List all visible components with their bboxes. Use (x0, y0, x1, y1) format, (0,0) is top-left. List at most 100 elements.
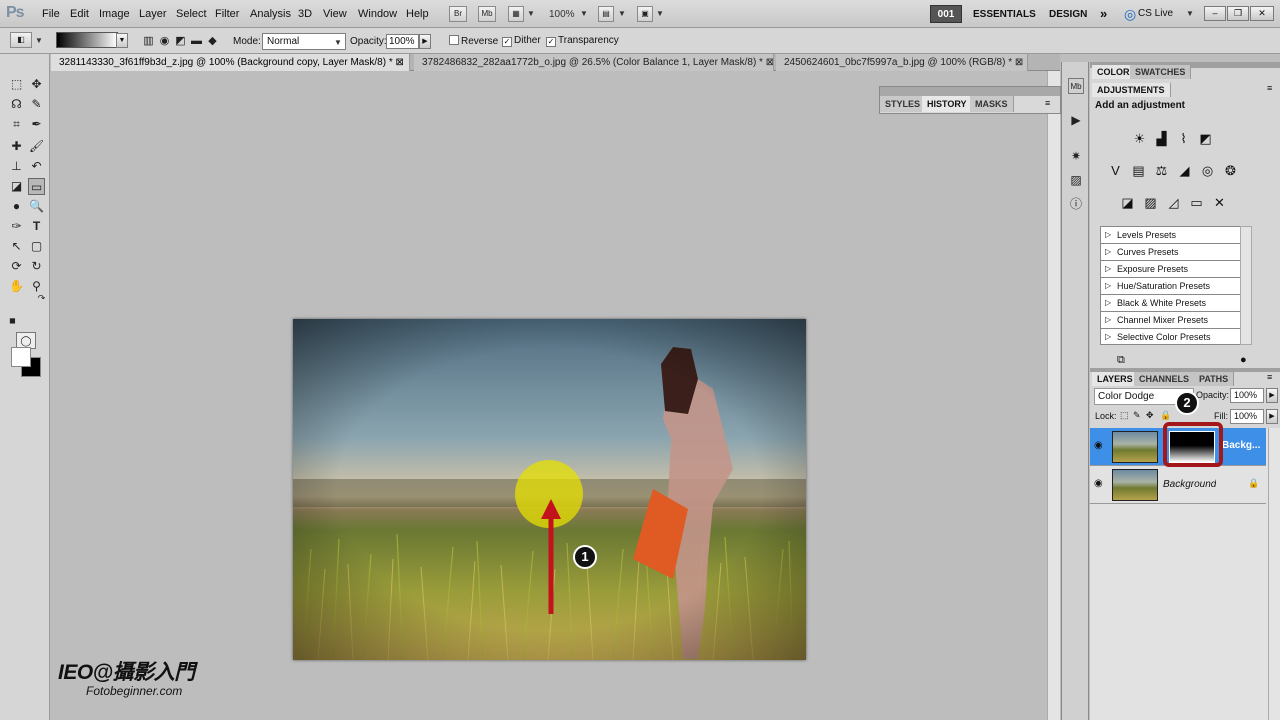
workspace-design[interactable]: DESIGN (1049, 9, 1087, 20)
workspace-essentials[interactable]: ESSENTIALS (973, 9, 1036, 20)
lock-transparent-icon[interactable]: ⬚ (1120, 410, 1129, 421)
presets-scrollbar[interactable] (1240, 226, 1252, 345)
close-icon[interactable]: ⊠ (1015, 57, 1023, 68)
layer-row-background[interactable]: ◉ Background 🔒 (1090, 466, 1266, 504)
clip-to-layer-icon[interactable]: ⧉ (1117, 354, 1125, 367)
curves-icon[interactable]: ⌇ (1175, 130, 1192, 147)
menu-layer[interactable]: Layer (139, 8, 167, 20)
zoom-level[interactable]: 100% (549, 9, 575, 20)
tab-masks[interactable]: MASKS (970, 96, 1014, 112)
eraser-tool-icon[interactable]: ◪ (8, 178, 25, 195)
chevron-down-icon[interactable]: ▼ (618, 9, 626, 18)
lasso-tool-icon[interactable]: ☊ (8, 96, 25, 113)
hue-saturation-icon[interactable]: ▤ (1130, 162, 1147, 179)
screen-mode-button[interactable]: ▣ (637, 6, 653, 22)
photo-filter-icon[interactable]: ◎ (1199, 162, 1216, 179)
foreground-color-swatch[interactable] (11, 347, 31, 367)
dither-checkbox[interactable]: ✓ (502, 37, 512, 47)
layer-name[interactable]: Backg... (1222, 440, 1268, 451)
chevron-down-icon[interactable]: ▼ (527, 9, 535, 18)
reverse-option[interactable]: Reverse (449, 35, 498, 47)
menu-3d[interactable]: 3D (298, 8, 312, 20)
chevron-down-icon[interactable]: ▼ (580, 9, 588, 18)
healing-brush-icon[interactable]: ✚ (8, 138, 25, 155)
reverse-checkbox[interactable] (449, 35, 459, 45)
navigator-icon[interactable]: ▨ (1068, 172, 1084, 188)
list-item[interactable]: ▷ Hue/Saturation Presets (1101, 278, 1249, 295)
list-item[interactable]: ▷ Levels Presets (1101, 227, 1249, 244)
info-icon[interactable]: ⓘ (1068, 196, 1084, 212)
menu-view[interactable]: View (323, 8, 347, 20)
marquee-tool-icon[interactable]: ⬚ (8, 76, 25, 93)
history-brush-icon[interactable]: ↶ (28, 158, 45, 175)
list-item[interactable]: ▷ Exposure Presets (1101, 261, 1249, 278)
angle-gradient-icon[interactable]: ◩ (172, 33, 189, 50)
close-icon[interactable]: ⊠ (766, 57, 773, 68)
brightness-contrast-icon[interactable]: ☀ (1131, 130, 1148, 147)
tab-adjustments[interactable]: ADJUSTMENTS (1092, 83, 1171, 97)
chevron-down-icon[interactable]: ▼ (1186, 9, 1194, 18)
lock-all-icon[interactable]: 🔒 (1160, 410, 1171, 421)
channel-mixer-icon[interactable]: ❂ (1222, 162, 1239, 179)
linear-gradient-icon[interactable]: ▥ (140, 33, 157, 50)
chevron-down-icon[interactable]: ▼ (656, 9, 664, 18)
gradient-picker[interactable] (56, 32, 118, 48)
visibility-icon[interactable]: ● (1240, 354, 1247, 366)
fill-stepper[interactable]: ▶ (1266, 409, 1278, 424)
tab-channels[interactable]: CHANNELS (1134, 372, 1196, 386)
lock-position-icon[interactable]: ✥ (1146, 410, 1154, 421)
fill-input[interactable]: 100% (1230, 409, 1264, 424)
path-selection-icon[interactable]: ↖ (8, 238, 25, 255)
cs-live-button[interactable]: CS Live (1138, 8, 1173, 19)
brush-presets-icon[interactable]: ✷ (1068, 148, 1084, 164)
reflected-gradient-icon[interactable]: ▬ (188, 33, 205, 50)
selective-color-icon[interactable]: ✕ (1211, 194, 1228, 211)
pen-tool-icon[interactable]: ✑ (8, 218, 25, 235)
layer-name[interactable]: Background (1163, 479, 1216, 490)
maximize-button[interactable]: ❐ (1227, 6, 1249, 21)
menu-select[interactable]: Select (176, 8, 207, 20)
eyedropper-tool-icon[interactable]: ✒ (28, 116, 45, 133)
invert-icon[interactable]: ◪ (1119, 194, 1136, 211)
3d-orbit-icon[interactable]: ↻ (28, 258, 45, 275)
posterize-icon[interactable]: ▨ (1142, 194, 1159, 211)
tab-color[interactable]: COLOR (1092, 65, 1136, 79)
exposure-icon[interactable]: ◩ (1197, 130, 1214, 147)
opacity-stepper[interactable]: ▶ (419, 34, 431, 49)
lock-pixels-icon[interactable]: ✎ (1133, 410, 1141, 421)
workspace-number-button[interactable]: 001 (930, 5, 962, 23)
gradient-dropdown-button[interactable]: ▼ (116, 33, 128, 48)
close-button[interactable]: ✕ (1250, 6, 1274, 21)
threshold-icon[interactable]: ◿ (1165, 194, 1182, 211)
clone-stamp-icon[interactable]: ⊥ (8, 158, 25, 175)
list-item[interactable]: ▷ Channel Mixer Presets (1101, 312, 1249, 329)
bridge-button[interactable]: Br (449, 6, 467, 22)
crop-tool-icon[interactable]: ⌗ (8, 116, 25, 133)
menu-window[interactable]: Window (358, 8, 397, 20)
document-tab-3[interactable]: 2450624601_0bc7f5997a_b.jpg @ 100% (RGB/… (776, 54, 1028, 71)
menu-filter[interactable]: Filter (215, 8, 239, 20)
color-balance-icon[interactable]: ⚖ (1153, 162, 1170, 179)
panel-drag-bar[interactable] (880, 87, 1060, 96)
menu-analysis[interactable]: Analysis (250, 8, 291, 20)
tab-styles[interactable]: STYLES (880, 96, 927, 112)
list-item[interactable]: ▷ Selective Color Presets (1101, 329, 1249, 346)
diamond-gradient-icon[interactable]: ◆ (204, 33, 221, 50)
dither-option[interactable]: ✓ Dither (502, 35, 541, 47)
transparency-option[interactable]: ✓ Transparency (546, 35, 619, 47)
swap-colors-icon[interactable]: ↷ (33, 290, 50, 307)
gradient-map-icon[interactable]: ▭ (1188, 194, 1205, 211)
3d-rotate-icon[interactable]: ⟳ (8, 258, 25, 275)
canvas-vertical-scrollbar[interactable] (1047, 71, 1060, 720)
panel-menu-icon[interactable]: ≡ (1267, 372, 1272, 382)
tab-history[interactable]: HISTORY (922, 96, 973, 112)
levels-icon[interactable]: ▟ (1153, 130, 1170, 147)
menu-help[interactable]: Help (406, 8, 429, 20)
chevron-down-icon[interactable]: ▼ (35, 36, 43, 45)
view-extras-button[interactable]: ▦ (508, 6, 524, 22)
mini-bridge-icon[interactable]: Mb (1068, 78, 1084, 94)
document-image[interactable] (293, 319, 806, 660)
default-colors-icon[interactable]: ◼ (4, 312, 21, 329)
workspace-overflow-button[interactable]: » (1100, 6, 1107, 21)
close-icon[interactable]: ⊠ (396, 57, 404, 68)
